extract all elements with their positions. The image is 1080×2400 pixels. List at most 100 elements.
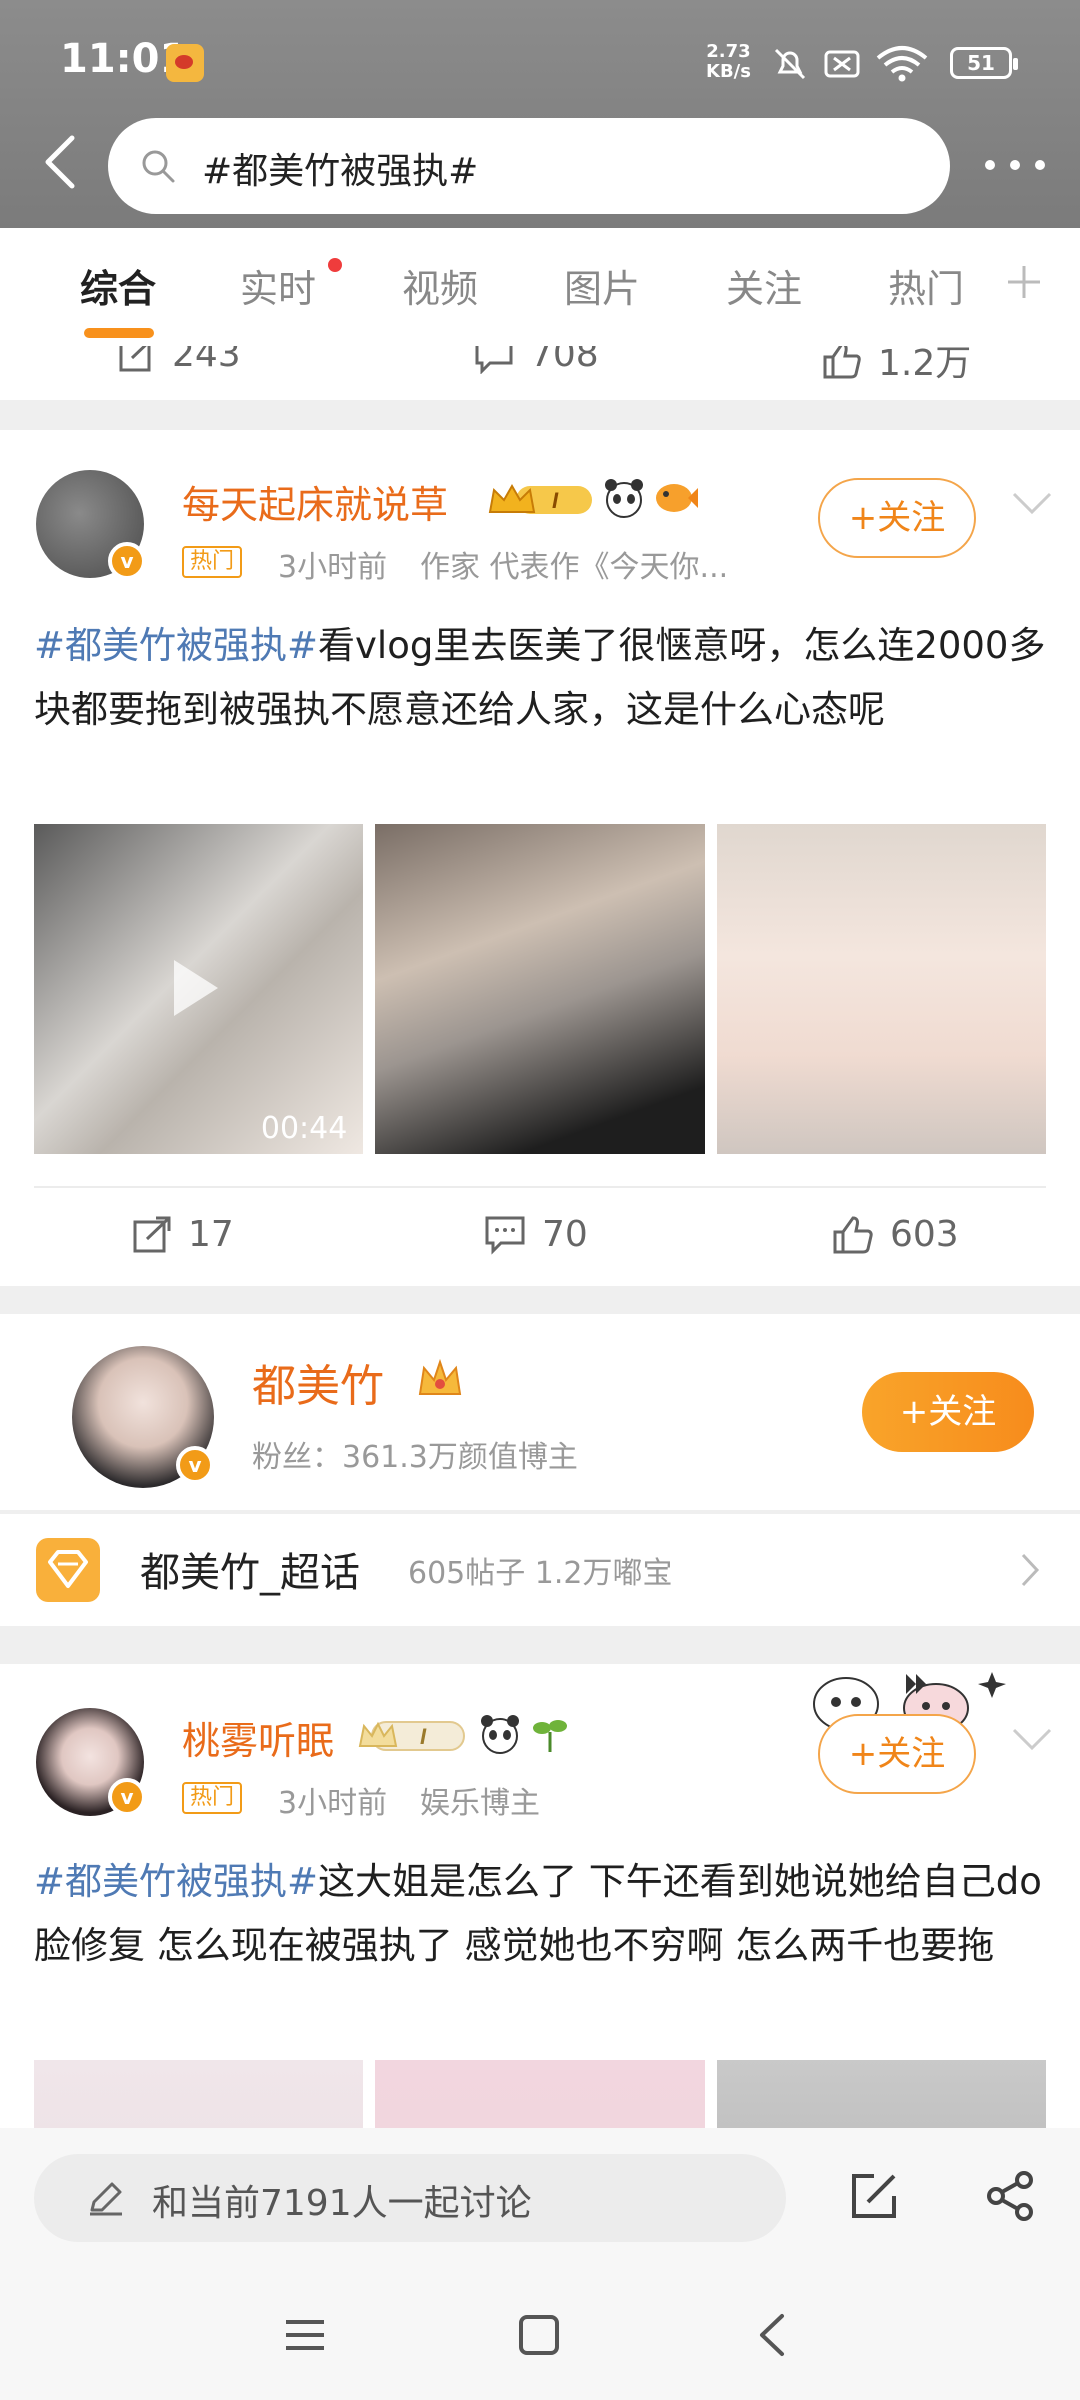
video-duration: 00:44 (260, 1111, 348, 1146)
repost-count: 17 (188, 1214, 234, 1255)
pencil-icon (90, 2182, 122, 2216)
vip-badge-icon: I (358, 1721, 465, 1751)
svg-text:I: I (552, 488, 559, 513)
previous-post-actions: 243 708 1.2万 (0, 346, 1080, 400)
like-icon (823, 346, 861, 379)
hot-tag: 热门 (182, 1782, 243, 1814)
chevron-right-icon (1021, 1553, 1040, 1587)
discuss-placeholder: 和当前7191人一起讨论 (152, 2183, 532, 2224)
post-image[interactable] (34, 2060, 364, 2128)
follow-button[interactable]: +关注 (862, 1372, 1034, 1452)
video-thumbnail[interactable]: 00:44 (34, 824, 364, 1154)
sprout-badge-icon (533, 1720, 567, 1752)
profile-card[interactable]: v 都美竹 粉丝：361.3万颜值博主 +关注 (0, 1314, 1080, 1510)
tab-comprehensive[interactable]: 综合 (80, 258, 156, 313)
super-topic-diamond-icon (36, 1538, 100, 1602)
tab-bar: 综合 实时 视频 图片 关注 热门 (0, 228, 1080, 346)
hot-tag: 热门 (182, 546, 243, 578)
like-icon (833, 1215, 873, 1253)
vip-crown-badge-icon: I (488, 483, 592, 514)
tab-hot[interactable]: 热门 (888, 258, 964, 313)
no-sim-icon (824, 50, 860, 78)
search-query: #都美竹被强执# (202, 151, 479, 192)
post-content: #都美竹被强执#这大姐是怎么了 下午还看到她说她给自己do脸修复 怎么现在被强执… (34, 1850, 1050, 1978)
verified-badge-icon: v (108, 542, 146, 580)
status-bar: 11:01 2.73 KB/s 51 (0, 0, 1080, 120)
post-image[interactable] (375, 824, 705, 1154)
back-arrow-icon[interactable] (40, 132, 80, 192)
post-card: v 桃雾听眠 I +关注 热门 3小时前 娱乐博主 #都美竹被强执#这大姐是怎么… (0, 1664, 1080, 2128)
profile-name[interactable]: 都美竹 (252, 1350, 384, 1414)
follow-button[interactable]: +关注 (818, 1714, 976, 1794)
image-grid (34, 2060, 1046, 2128)
new-indicator-dot (328, 258, 342, 272)
compose-icon[interactable] (846, 2168, 902, 2224)
chevron-down-icon[interactable] (1010, 1724, 1054, 1754)
network-speed: 2.73 KB/s (706, 42, 751, 82)
back-icon[interactable] (748, 2310, 798, 2360)
comment-count: 708 (530, 346, 599, 375)
like-count: 1.2万 (878, 346, 972, 384)
author-name[interactable]: 桃雾听眠 (182, 1710, 334, 1765)
network-speed-unit: KB/s (706, 61, 751, 82)
comment-icon (485, 1216, 525, 1255)
repost-icon (119, 346, 151, 371)
chevron-down-icon[interactable] (1010, 488, 1054, 518)
tab-images[interactable]: 图片 (564, 258, 640, 313)
author-description: 娱乐博主 (420, 1786, 540, 1821)
verified-badge-icon: v (176, 1446, 214, 1484)
post-image[interactable] (375, 2060, 705, 2128)
topic-link[interactable]: #都美竹被强执# (34, 624, 318, 667)
add-tab-icon[interactable] (1004, 262, 1044, 302)
top-header: 11:01 2.73 KB/s 51 #都美竹被强执# (0, 0, 1080, 228)
super-topic-meta: 605帖子 1.2万嘟宝 (408, 1556, 673, 1591)
panda-badge-icon (481, 1715, 519, 1754)
follow-button[interactable]: +关注 (818, 478, 976, 558)
post-content: #都美竹被强执#看vlog里去医美了很惬意呀，怎么连2000多块都要拖到被强执不… (34, 614, 1050, 742)
post-image[interactable] (716, 824, 1046, 1154)
comment-button[interactable]: 70 (484, 1214, 588, 1255)
comment-icon (475, 346, 513, 374)
author-description: 作家 代表作《今天你... (420, 550, 729, 585)
post-time: 3小时前 (278, 550, 388, 585)
panda-badge-icon (605, 479, 643, 518)
active-tab-indicator (84, 328, 154, 338)
like-count: 603 (890, 1214, 959, 1255)
post-image[interactable] (716, 2060, 1046, 2128)
network-speed-value: 2.73 (706, 41, 751, 62)
repost-button[interactable]: 243 (118, 346, 241, 375)
discuss-bar: 和当前7191人一起讨论 (0, 2128, 1080, 2266)
author-name[interactable]: 每天起床就说草 (182, 474, 448, 529)
fish-badge-icon (656, 484, 698, 512)
search-bar[interactable]: #都美竹被强执# (108, 118, 950, 214)
more-options-icon[interactable] (980, 140, 1050, 190)
home-icon[interactable] (514, 2310, 564, 2360)
wifi-icon (876, 46, 928, 82)
super-topic-row[interactable]: 都美竹_超话 605帖子 1.2万嘟宝 (0, 1514, 1080, 1626)
search-icon (142, 150, 175, 183)
comment-button[interactable]: 708 (474, 346, 599, 375)
repost-count: 243 (172, 346, 241, 375)
svg-text:I: I (420, 1724, 427, 1749)
verified-badge-icon: v (108, 1778, 146, 1816)
like-button[interactable]: 1.2万 (822, 346, 971, 386)
crown-badge-icon (418, 1358, 462, 1395)
tab-realtime[interactable]: 实时 (240, 258, 316, 313)
repost-icon (133, 1216, 171, 1252)
super-topic-name: 都美竹_超话 (140, 1550, 360, 1596)
play-icon (174, 960, 218, 1016)
system-nav-bar (0, 2266, 1080, 2400)
post-card: v 每天起床就说草 I 热门 3小时前 作家 代表作《今天你... +关注 #都… (0, 430, 1080, 1286)
topic-link[interactable]: #都美竹被强执# (34, 1860, 318, 1903)
share-icon[interactable] (982, 2168, 1038, 2224)
battery-indicator: 51 (950, 47, 1018, 79)
menu-icon[interactable] (280, 2310, 330, 2360)
weibo-notification-icon (166, 44, 204, 82)
post-time: 3小时前 (278, 1786, 388, 1821)
tab-video[interactable]: 视频 (402, 258, 478, 313)
like-button[interactable]: 603 (832, 1214, 959, 1255)
comment-count: 70 (542, 1214, 588, 1255)
repost-button[interactable]: 17 (132, 1214, 234, 1255)
tab-following[interactable]: 关注 (726, 258, 802, 313)
discuss-input[interactable]: 和当前7191人一起讨论 (34, 2154, 786, 2242)
